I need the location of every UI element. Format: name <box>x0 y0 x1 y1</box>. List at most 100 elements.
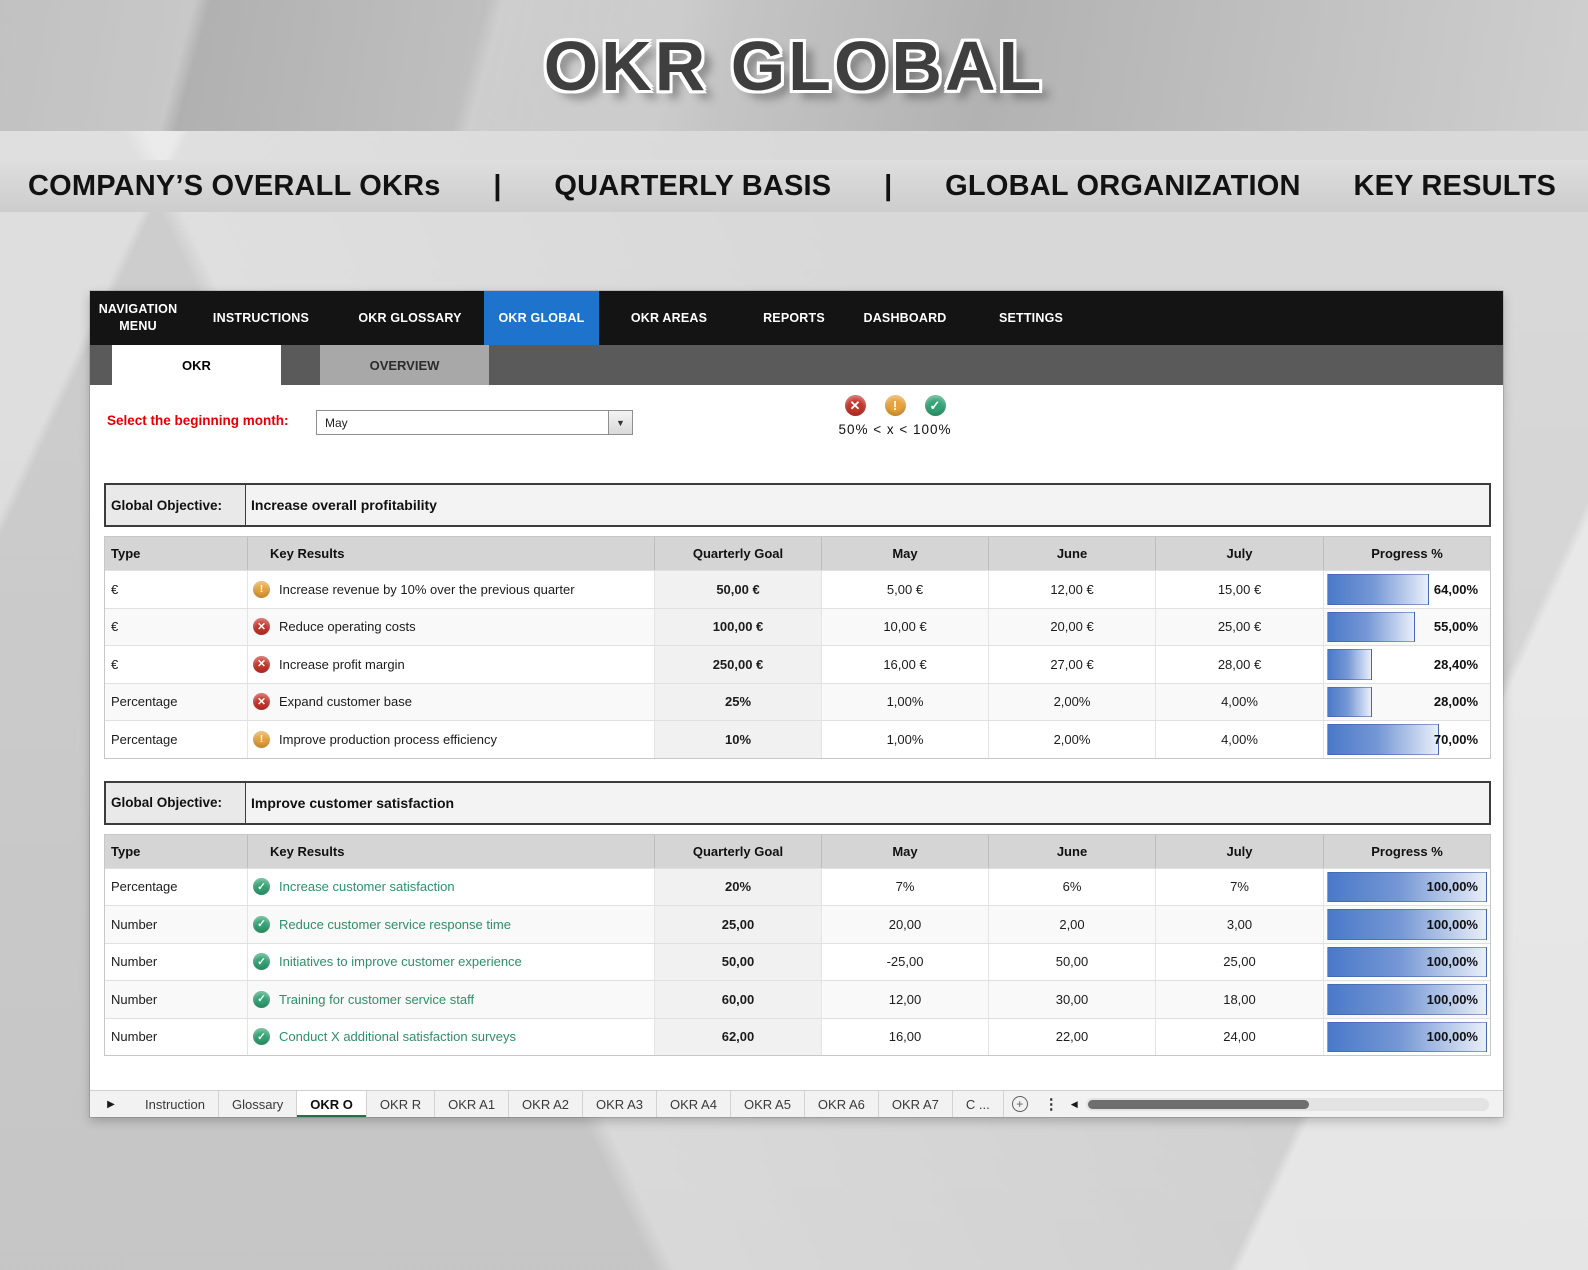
cell-may: 5,00 € <box>821 571 988 608</box>
nav-tab-instructions[interactable]: INSTRUCTIONS <box>186 291 336 345</box>
cell-june: 50,00 <box>988 943 1155 980</box>
objective-label: Global Objective: <box>106 485 246 525</box>
cell-june: 30,00 <box>988 981 1155 1018</box>
workbook: NAVIGATION MENU INSTRUCTIONS OKR GLOSSARY O… <box>90 291 1503 1117</box>
sheet-tab-okr-r[interactable]: OKR R <box>367 1091 436 1117</box>
dropdown-arrow-icon[interactable]: ▼ <box>608 411 632 434</box>
cell-type: Number <box>111 916 158 932</box>
table-row: €! Increase revenue by 10% over the previ… <box>105 570 1490 608</box>
column-header-quarterly-goal: Quarterly Goal <box>654 834 821 868</box>
success-icon: ✓ <box>253 1028 270 1046</box>
column-header-type: Type <box>111 546 141 561</box>
table-header-row: Type Key Results Quarterly Goal May June July… <box>105 537 1490 570</box>
cell-type: Percentage <box>111 731 178 747</box>
cell-june: 27,00 € <box>988 646 1155 683</box>
warning-icon: ! <box>253 730 270 748</box>
key-result-text: Increase customer satisfaction <box>279 879 455 895</box>
subtab-okr[interactable]: OKR <box>112 345 281 385</box>
nav-tab-reports[interactable]: REPORTS <box>739 291 849 345</box>
progress-percent: 28,00% <box>1433 694 1478 710</box>
month-dropdown[interactable]: May ▼ <box>316 410 633 435</box>
table-row: € ✕ Reduce operating costs 100,00 €10,00 €2… <box>105 607 1490 645</box>
cell-july: 7% <box>1155 868 1323 905</box>
sheet-subtabs: OKR OVERVIEW <box>90 345 1503 385</box>
sheet-tab-glossary[interactable]: Glossary <box>219 1091 298 1117</box>
scroll-left-icon[interactable]: ◀ <box>1067 1091 1082 1117</box>
sheet-tab-bar: ▶ Instruction Glossary OKR O OKR R OKR A1 OKR… <box>90 1090 1503 1117</box>
nav-tab-settings[interactable]: SETTINGS <box>961 291 1101 345</box>
cell-key-result: ✓ Reduce customer service response time <box>247 906 654 943</box>
sheet-tab-okr-a6[interactable]: OKR A6 <box>805 1091 879 1117</box>
cell-june: 12,00 € <box>988 571 1155 608</box>
sheet-tab-c[interactable]: C ... <box>953 1091 1004 1117</box>
cell-july: 15,00 € <box>1155 571 1323 608</box>
sheet-tab-okr-a4[interactable]: OKR A4 <box>657 1091 731 1117</box>
objective-row: Global Objective: Increase overall profit… <box>104 483 1491 527</box>
success-icon: ✓ <box>253 990 270 1008</box>
cell-quarterly-goal: 60,00 <box>654 981 821 1018</box>
cell-june: 2,00% <box>988 683 1155 720</box>
nav-tab-okr-areas[interactable]: OKR AREAS <box>599 291 739 345</box>
key-result-text: Increase revenue by 10% over the previou… <box>279 581 575 597</box>
sheet-tab-okr-a5[interactable]: OKR A5 <box>731 1091 805 1117</box>
banner: OKR GLOBAL <box>0 0 1588 131</box>
cell-key-result: ✓ Increase customer satisfaction <box>247 868 654 905</box>
cell-may: 20,00 <box>821 906 988 943</box>
sheet-tab-instruction[interactable]: Instruction <box>132 1091 219 1117</box>
cell-may: 1,00% <box>821 683 988 720</box>
cell-progress: 55,00% <box>1323 608 1490 645</box>
cell-may: -25,00 <box>821 943 988 980</box>
nav-tab-navigation-menu[interactable]: NAVIGATION MENU <box>90 291 186 345</box>
sheet-tab-okr-a7[interactable]: OKR A7 <box>879 1091 953 1117</box>
column-header-july: July <box>1155 537 1323 570</box>
subtitle-part-4: KEY RESULTS <box>1353 169 1556 202</box>
table-row: Number ✓ Initiatives to improve customer e… <box>105 942 1490 980</box>
column-header-may: May <box>821 537 988 570</box>
cell-type: Number <box>111 954 158 970</box>
key-result-text: Conduct X additional satisfaction survey… <box>279 1029 517 1045</box>
objective-label: Global Objective: <box>106 782 246 823</box>
cell-july: 4,00% <box>1155 721 1323 758</box>
objective-row: Global Objective: Improve customer satisf… <box>104 780 1491 825</box>
cell-may: 10,00 € <box>821 608 988 645</box>
cell-july: 24,00 <box>1155 1018 1323 1055</box>
table-row: Percentage ✓ Increase customer satisfactio… <box>105 867 1490 905</box>
success-icon: ✓ <box>924 395 946 416</box>
key-result-text: Increase profit margin <box>279 656 405 672</box>
key-result-text: Improve production process efficiency <box>279 731 497 747</box>
cell-quarterly-goal: 250,00 € <box>654 646 821 683</box>
cell-type: Number <box>111 991 158 1007</box>
scrollbar-track[interactable] <box>1085 1097 1489 1111</box>
cell-key-result: ✓ Conduct X additional satisfaction surve… <box>247 1018 654 1055</box>
cell-july: 4,00% <box>1155 683 1323 720</box>
table-row: Number ✓ Conduct X additional satisfaction… <box>105 1017 1490 1055</box>
nav-tab-okr-global[interactable]: OKR GLOBAL <box>484 291 599 345</box>
nav-tab-dashboard[interactable]: DASHBOARD <box>849 291 961 345</box>
cell-may: 16,00 <box>821 1018 988 1055</box>
sheet-nav-arrow-icon[interactable]: ▶ <box>90 1091 132 1117</box>
column-header-key-results: Key Results <box>247 834 654 868</box>
nav-tab-okr-glossary[interactable]: OKR GLOSSARY <box>336 291 484 345</box>
scrollbar-thumb[interactable] <box>1087 1099 1310 1109</box>
error-icon: ✕ <box>844 395 866 416</box>
cell-quarterly-goal: 50,00 <box>654 943 821 980</box>
key-result-text: Expand customer base <box>279 694 412 710</box>
sheet-tab-okr-o[interactable]: OKR O <box>297 1091 367 1117</box>
subtitle-part-3: GLOBAL ORGANIZATION <box>945 169 1301 202</box>
sheet-tab-okr-a2[interactable]: OKR A2 <box>509 1091 584 1117</box>
key-result-text: Reduce customer service response time <box>279 916 511 932</box>
warning-icon: ! <box>884 395 906 416</box>
subtab-overview[interactable]: OVERVIEW <box>320 345 489 385</box>
progress-percent: 100,00% <box>1426 916 1478 932</box>
cell-progress: 70,00% <box>1323 721 1490 758</box>
controls-row: Select the beginning month: May ▼ ✕! ✓ 50… <box>90 385 1503 463</box>
add-sheet-icon[interactable]: + <box>1004 1091 1036 1117</box>
sheet-tab-okr-a1[interactable]: OKR A1 <box>435 1091 510 1117</box>
cell-quarterly-goal: 25% <box>654 683 821 720</box>
cell-progress: 100,00% <box>1323 868 1490 905</box>
cell-quarterly-goal: 50,00 € <box>654 571 821 608</box>
progress-percent: 64,00% <box>1433 581 1478 597</box>
sheet-options-icon[interactable]: ⋮ <box>1036 1091 1067 1117</box>
sheet-tab-okr-a3[interactable]: OKR A3 <box>583 1091 657 1117</box>
ribbon-nav: NAVIGATION MENU INSTRUCTIONS OKR GLOSSARY O… <box>90 291 1503 345</box>
